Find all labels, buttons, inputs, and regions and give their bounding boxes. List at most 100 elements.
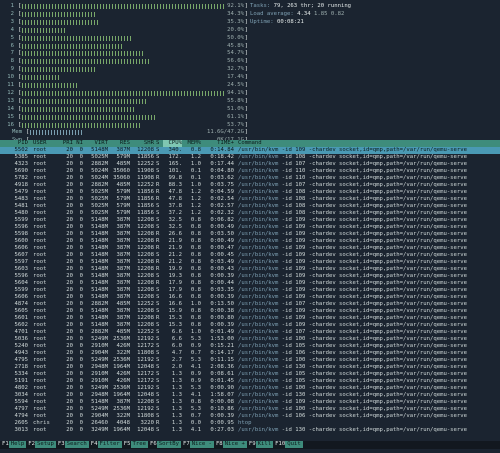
- process-row[interactable]: 5604 root 20 0 5148M 387M 12208 R 17.9 0.8 0:00.44…: [0, 280, 500, 287]
- process-row[interactable]: 4918 root 20 0 2882M 485M 12252 R 88.3 1.0 0:03.75…: [0, 182, 500, 189]
- cell-res: 387M: [116, 294, 130, 300]
- process-row[interactable]: 5385 root 20 0 5025M 579M 11856 S 172. 1.2 0:18.42…: [0, 154, 500, 161]
- fkey-label-setup[interactable]: Setup: [34, 441, 56, 448]
- cpu-meter-track: [22, 27, 244, 33]
- command-args: -id 106 -chardev socket,id=qmp,path=/var…: [281, 350, 468, 356]
- column-header-shr[interactable]: SHR: [130, 140, 154, 147]
- process-row[interactable]: 5240 root 20 0 2910M 426M 12172 S 6.0 0.9 0:15.21 /…: [0, 343, 500, 350]
- process-row[interactable]: 4795 root 20 0 5249M 2536M 12192 S 2.7 5.3 0:11.15…: [0, 357, 500, 364]
- process-row[interactable]: 2605 chris 20 0 26460 4048 3220 R 1.3 0.0 0:00.95 h…: [0, 420, 500, 427]
- cpu-meter-number: 6: [10, 42, 14, 49]
- cell-command: /usr/bin/kvm -id 130 -chardev socket,id=…: [238, 427, 500, 434]
- process-row[interactable]: 5602 root 20 0 5148M 387M 12208 S 15.3 0.8 0:00.39…: [0, 322, 500, 329]
- process-row[interactable]: 5598 root 20 0 5148M 387M 12208 R 26.6 0.8 0:03.50…: [0, 231, 500, 238]
- fkey-f6[interactable]: F6: [148, 441, 157, 448]
- column-header-user[interactable]: USER: [33, 140, 63, 147]
- process-row[interactable]: 3013 root 20 0 3249M 1964M 12048 S 1.3 4.1 0:27.03…: [0, 427, 500, 434]
- process-row[interactable]: 4794 root 20 0 2904M 322M 11808 S 1.3 0.7 0:00.39 /…: [0, 413, 500, 420]
- process-row[interactable]: 5603 root 20 0 5148M 387M 12208 R 19.9 0.8 0:00.43…: [0, 266, 500, 273]
- process-row[interactable]: 3034 root 20 0 2948M 1964M 12048 S 1.3 4.1 1:58.07…: [0, 392, 500, 399]
- cell-shr: 12252: [137, 182, 154, 188]
- process-row[interactable]: 5600 root 20 0 5148M 387M 12208 R 21.9 0.8 0:00.49…: [0, 238, 500, 245]
- fkey-label-quit[interactable]: Quit: [285, 441, 303, 448]
- process-table[interactable]: PID USER PRI NI VIRT RES SHR S CPU% MEM% TIME+ Comm…: [0, 140, 500, 434]
- fkey-label-search[interactable]: Search: [64, 441, 89, 448]
- cell-pid: 3013: [14, 427, 28, 433]
- process-row[interactable]: 4701 root 20 0 2882M 485M 12252 S 6.6 1.0 0:01.49 /…: [0, 329, 500, 336]
- column-header-time[interactable]: TIME+: [203, 140, 234, 147]
- column-header-command[interactable]: Command: [238, 140, 500, 147]
- fkey-f7[interactable]: F7: [181, 441, 190, 448]
- fkey-f10[interactable]: F10: [273, 441, 285, 448]
- process-row[interactable]: 5782 root 20 0 5024M 35060 11908 R 99.8 0.1 0:03.6…: [0, 175, 500, 182]
- process-row[interactable]: 5483 root 20 0 5025M 579M 11856 R 47.8 1.2 0:02.54…: [0, 196, 500, 203]
- cell-time: 0:02.32: [210, 210, 234, 216]
- fkey-f8[interactable]: F8: [214, 441, 223, 448]
- cpu-meter-bracket-right: ]: [244, 82, 248, 88]
- process-row[interactable]: 5690 root 20 0 5024M 35060 11908 S 101. 0.1 0:04.8…: [0, 168, 500, 175]
- cell-cpu: 6.6: [171, 329, 182, 335]
- fkey-label-nice[interactable]: Nice -: [189, 441, 214, 448]
- fkey-label-sortby[interactable]: SortBy: [156, 441, 181, 448]
- cell-res: 387M: [116, 287, 130, 293]
- fkey-f3[interactable]: F3: [56, 441, 65, 448]
- cell-shr: 11908: [137, 175, 154, 181]
- cpu-meter-value: 35.3%: [225, 18, 244, 26]
- cell-time: 0:14.17: [210, 350, 234, 356]
- cell-pri: 20: [66, 385, 73, 391]
- fkey-label-tree[interactable]: Tree: [130, 441, 148, 448]
- process-row[interactable]: 5481 root 20 0 5025M 579M 11856 S 37.8 1.2 0:02.57…: [0, 203, 500, 210]
- fkey-f5[interactable]: F5: [122, 441, 131, 448]
- process-row[interactable]: 4802 root 20 0 5249M 2536M 12192 S 1.3 5.3 0:00.90…: [0, 385, 500, 392]
- column-header-pri[interactable]: PRI: [61, 140, 73, 147]
- process-row[interactable]: 2718 root 20 0 2948M 1964M 12048 S 2.0 4.1 2:08.36…: [0, 364, 500, 371]
- column-header-ni[interactable]: NI: [75, 140, 83, 147]
- cell-ni: 0: [79, 301, 83, 307]
- fkey-f9[interactable]: F9: [247, 441, 256, 448]
- process-row[interactable]: 5599 root 20 0 5148M 387M 12208 S 17.9 0.8 0:03.35…: [0, 287, 500, 294]
- process-row-selected[interactable]: 5502 root 20 0 5148M 387M 12208 S 340. 0.8 0:14.84…: [0, 147, 500, 154]
- process-row[interactable]: 5594 root 20 0 5148M 387M 12208 S 1.3 0.8 0:00.08 /…: [0, 399, 500, 406]
- column-header-pid[interactable]: PID: [4, 140, 28, 147]
- process-row[interactable]: 5480 root 20 0 5025M 579M 11856 S 37.2 1.2 0:02.32…: [0, 210, 500, 217]
- process-row[interactable]: 5606 root 20 0 5148M 387M 12208 S 16.6 0.8 0:00.39…: [0, 294, 500, 301]
- fkey-f2[interactable]: F2: [26, 441, 35, 448]
- column-header-res[interactable]: RES: [110, 140, 130, 147]
- process-row[interactable]: 5606 root 20 0 5148M 387M 12208 R 21.9 0.8 0:00.47…: [0, 245, 500, 252]
- cell-state: R: [156, 420, 160, 426]
- column-header-cpu[interactable]: CPU%: [163, 140, 182, 147]
- fkey-label-filter[interactable]: Filter: [97, 441, 122, 448]
- process-row[interactable]: 5596 root 20 0 5148M 387M 12208 S 32.5 0.8 0:00.49…: [0, 224, 500, 231]
- cell-command: /usr/bin/kvm -id 110 -chardev socket,id=…: [238, 168, 500, 175]
- process-list[interactable]: 5502 root 20 0 5148M 387M 12208 S 340. 0.8 0:14.84…: [0, 147, 500, 434]
- cell-virt: 5148M: [91, 399, 108, 405]
- process-row[interactable]: 4323 root 20 0 2882M 485M 12252 S 165. 1.0 0:17.44…: [0, 161, 500, 168]
- process-row[interactable]: 5605 root 20 0 5148M 387M 12208 S 15.9 0.8 0:00.38…: [0, 308, 500, 315]
- process-row[interactable]: 4797 root 20 0 5249M 2536M 12192 S 1.3 5.3 0:10.86…: [0, 406, 500, 413]
- command-args: -id 109 -chardev socket,id=qmp,path=/var…: [281, 294, 468, 300]
- column-header-state[interactable]: S: [156, 140, 162, 147]
- column-header-virt[interactable]: VIRT: [84, 140, 108, 147]
- process-row[interactable]: 5596 root 20 0 5148M 387M 12208 S 19.3 0.8 0:00.39…: [0, 273, 500, 280]
- process-row[interactable]: 5334 root 20 0 2910M 426M 12172 S 1.3 0.9 0:08.61 /…: [0, 371, 500, 378]
- fkey-f4[interactable]: F4: [89, 441, 98, 448]
- process-row[interactable]: 5601 root 20 0 5148M 387M 12208 R 15.3 0.8 0:00.80…: [0, 315, 500, 322]
- cell-time: 1:53.00: [210, 336, 234, 342]
- process-row[interactable]: 5597 root 20 0 5148M 387M 12208 R 21.2 0.8 0:03.49…: [0, 259, 500, 266]
- process-row[interactable]: 5607 root 20 0 5148M 387M 12208 S 21.2 0.8 0:00.45…: [0, 252, 500, 259]
- cell-res: 35060: [113, 168, 130, 174]
- column-header-mem[interactable]: MEM%: [184, 140, 201, 147]
- process-row[interactable]: 5599 root 20 0 5148M 387M 12208 S 32.5 0.8 0:06.82…: [0, 217, 500, 224]
- process-row[interactable]: 4943 root 20 0 2904M 322M 11808 S 4.7 0.7 0:14.17 /…: [0, 350, 500, 357]
- fkey-label-kill[interactable]: Kill: [255, 441, 274, 448]
- process-row[interactable]: 5036 root 20 0 5249M 2536M 12192 S 6.6 5.3 1:53.00…: [0, 336, 500, 343]
- command-binary: /usr/bin/kvm: [238, 322, 279, 328]
- cell-shr: 12208: [137, 322, 154, 328]
- fkey-f1[interactable]: F1: [0, 441, 9, 448]
- process-row[interactable]: 4874 root 20 0 2882M 485M 12252 S 16.6 1.0 0:13.50…: [0, 301, 500, 308]
- process-row[interactable]: 5479 root 20 0 5025M 579M 11856 R 47.8 1.2 0:04.59…: [0, 189, 500, 196]
- process-row[interactable]: 5191 root 20 0 2910M 426M 12172 S 1.3 0.9 0:01.45 /…: [0, 378, 500, 385]
- process-table-header[interactable]: PID USER PRI NI VIRT RES SHR S CPU% MEM% TIME+ Comm…: [0, 140, 500, 147]
- fkey-label-help[interactable]: Help: [8, 441, 27, 448]
- fkey-label-nice[interactable]: Nice +: [222, 441, 247, 448]
